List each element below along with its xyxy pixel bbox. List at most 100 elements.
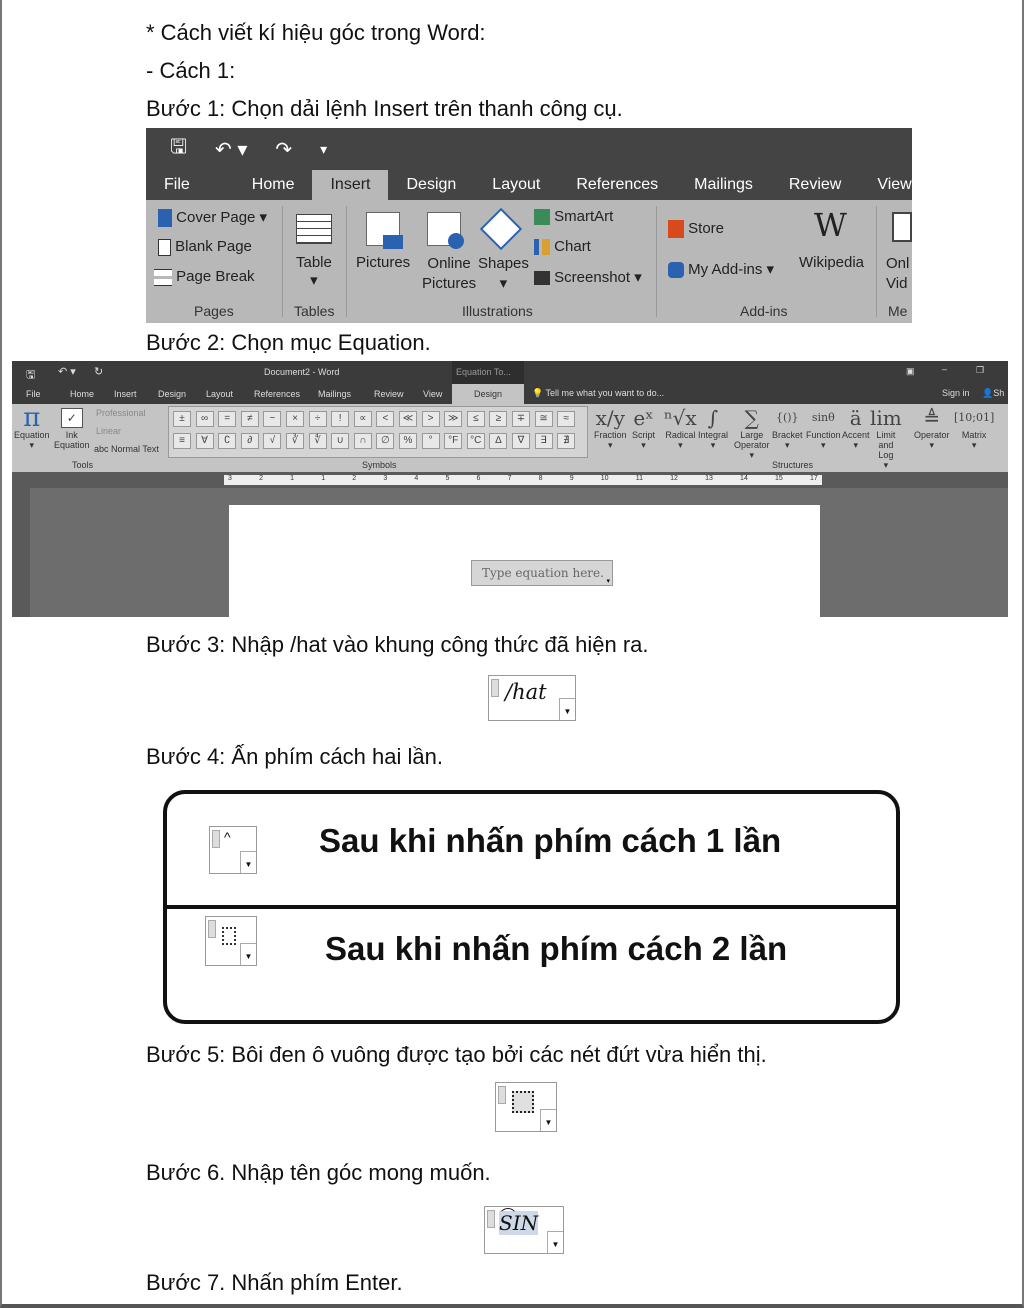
- ink-equation-button[interactable]: ✓ Ink Equation: [54, 408, 90, 450]
- symbol-button[interactable]: ≈: [557, 411, 576, 427]
- symbol-button[interactable]: ∝: [353, 411, 372, 427]
- save-icon[interactable]: 🖫: [170, 132, 187, 166]
- equation-box-placeholder[interactable]: ▼: [495, 1082, 557, 1132]
- symbol-button[interactable]: °: [421, 433, 440, 449]
- structure-script[interactable]: eˣ Script ▾: [632, 406, 655, 450]
- structure-bracket[interactable]: {()} Bracket ▾: [772, 406, 803, 450]
- symbol-button[interactable]: ∀: [195, 433, 214, 449]
- symbol-button[interactable]: %: [399, 433, 417, 449]
- drag-handle-icon[interactable]: [487, 1210, 495, 1228]
- symbol-button[interactable]: ∪: [331, 433, 350, 449]
- symbol-button[interactable]: ∜: [308, 433, 327, 449]
- structure-fraction[interactable]: x/y Fraction ▾: [594, 406, 627, 450]
- placeholder-square[interactable]: [512, 1091, 534, 1113]
- tab-home[interactable]: Home: [70, 389, 94, 399]
- equation-options-icon[interactable]: ▼: [559, 698, 575, 720]
- symbol-button[interactable]: √: [263, 433, 282, 449]
- tab-design[interactable]: Design: [388, 170, 474, 200]
- symbol-button[interactable]: ≤: [466, 411, 485, 427]
- store-button[interactable]: Store: [688, 220, 724, 237]
- tab-view[interactable]: View: [859, 170, 912, 200]
- symbol-button[interactable]: ∇: [512, 433, 530, 449]
- equation-placeholder[interactable]: Type equation here.: [482, 566, 604, 580]
- sign-in-link[interactable]: Sign in: [942, 388, 970, 398]
- symbol-button[interactable]: °C: [466, 433, 485, 449]
- tab-file[interactable]: File: [26, 389, 41, 399]
- symbol-button[interactable]: ∄: [557, 433, 576, 449]
- structure-large-operator[interactable]: ∑ Large Operator ▾: [734, 406, 770, 460]
- symbol-button[interactable]: <: [376, 411, 395, 427]
- symbols-gallery[interactable]: ± ∞ = ≠ ~ × ÷! ∝ < ≪ > ≫ ≤ ≥ ∓ ≅ ≈ ≡ ∀ ∁ ∂ √ ∛ ∜ ∪ ∩ ∅% ° °F °C ∆ ∇ ∃ ∄: [168, 406, 588, 458]
- redo-icon[interactable]: ↷: [275, 137, 292, 162]
- equation-button[interactable]: π Equation ▾: [14, 405, 50, 450]
- tab-design-equation[interactable]: Design: [452, 384, 524, 404]
- equation-options-icon[interactable]: ▼: [547, 1231, 563, 1253]
- symbol-button[interactable]: ≅: [534, 411, 553, 427]
- customize-icon[interactable]: ▾: [320, 141, 327, 158]
- symbol-button[interactable]: ∞: [195, 411, 214, 427]
- blank-page-button[interactable]: Blank Page: [175, 238, 252, 255]
- tab-view[interactable]: View: [423, 389, 442, 399]
- my-addins-button[interactable]: My Add-ins: [688, 261, 762, 278]
- tab-mailings[interactable]: Mailings: [318, 389, 351, 399]
- tab-layout[interactable]: Layout: [206, 389, 233, 399]
- tab-review[interactable]: Review: [374, 389, 404, 399]
- ribbon-display-icon[interactable]: ▣: [906, 366, 915, 377]
- symbol-button[interactable]: °F: [444, 433, 463, 449]
- symbol-button[interactable]: ~: [263, 411, 282, 427]
- save-icon[interactable]: 🖫: [26, 366, 35, 385]
- symbol-button[interactable]: >: [421, 411, 440, 427]
- smartart-button[interactable]: SmartArt: [554, 208, 613, 225]
- symbol-button[interactable]: ±: [173, 411, 191, 427]
- tab-references[interactable]: References: [558, 170, 676, 200]
- equation-box-sin[interactable]: SIN ⌒ ▼: [484, 1206, 564, 1254]
- tab-insert[interactable]: Insert: [312, 170, 389, 200]
- restore-icon[interactable]: ❐: [976, 365, 984, 376]
- screenshot-button[interactable]: Screenshot: [554, 269, 630, 286]
- tab-review[interactable]: Review: [771, 170, 859, 200]
- structure-radical[interactable]: ⁿ√x Radical ▾: [664, 406, 697, 450]
- symbol-button[interactable]: ∆: [489, 433, 508, 449]
- minimize-icon[interactable]: –: [942, 364, 947, 374]
- page-break-button[interactable]: Page Break: [176, 268, 254, 285]
- online-pictures-button[interactable]: Online Pictures: [422, 254, 476, 294]
- symbol-button[interactable]: ≪: [399, 411, 417, 427]
- cover-page-button[interactable]: Cover Page: [176, 209, 255, 226]
- symbol-button[interactable]: ∁: [218, 433, 237, 449]
- drag-handle-icon[interactable]: [491, 679, 499, 697]
- structure-limit-and-log[interactable]: lim Limit and Log ▾: [870, 406, 902, 470]
- tab-layout[interactable]: Layout: [474, 170, 558, 200]
- symbol-button[interactable]: ≥: [489, 411, 508, 427]
- vertical-ruler[interactable]: [12, 488, 30, 617]
- share-button[interactable]: 👤Sh: [982, 388, 1004, 399]
- horizontal-ruler[interactable]: 3 2 1 1 2 3 4 5 6 7 8 9 10 11 12 13 14 15 17: [12, 472, 1008, 488]
- symbol-button[interactable]: ∓: [512, 411, 530, 427]
- linear-button[interactable]: Linear: [96, 426, 121, 436]
- wikipedia-button[interactable]: Wikipedia: [799, 254, 864, 271]
- table-button[interactable]: Table ▾: [296, 254, 332, 289]
- symbol-button[interactable]: =: [218, 411, 237, 427]
- symbol-button[interactable]: ∅: [376, 433, 395, 449]
- structure-function[interactable]: sinθ Function ▾: [806, 406, 841, 450]
- undo-icon[interactable]: ↶ ▾: [215, 137, 247, 162]
- tab-file[interactable]: File: [146, 170, 234, 200]
- symbol-button[interactable]: ≠: [240, 411, 259, 427]
- symbol-button[interactable]: ÷: [308, 411, 327, 427]
- tab-home[interactable]: Home: [234, 170, 313, 200]
- structure-operator[interactable]: ≜ Operator ▾: [914, 406, 950, 450]
- pictures-button[interactable]: Pictures: [356, 254, 410, 271]
- symbol-button[interactable]: ∛: [286, 433, 304, 449]
- equation-box-hat[interactable]: /hat ▼: [488, 675, 576, 721]
- symbol-button[interactable]: ×: [286, 411, 304, 427]
- symbol-button[interactable]: !: [331, 411, 350, 427]
- symbol-button[interactable]: ∃: [534, 433, 553, 449]
- tab-insert[interactable]: Insert: [114, 389, 137, 399]
- undo-icon[interactable]: ↶ ▾: [58, 365, 76, 378]
- structure-accent[interactable]: ä Accent ▾: [842, 406, 870, 450]
- tell-me-search[interactable]: 💡 Tell me what you want to do...: [532, 388, 664, 399]
- symbol-button[interactable]: ∩: [353, 433, 372, 449]
- tab-references[interactable]: References: [254, 389, 300, 399]
- symbol-button[interactable]: ≫: [444, 411, 463, 427]
- repeat-icon[interactable]: ↻: [94, 365, 103, 378]
- chart-button[interactable]: Chart: [554, 238, 591, 255]
